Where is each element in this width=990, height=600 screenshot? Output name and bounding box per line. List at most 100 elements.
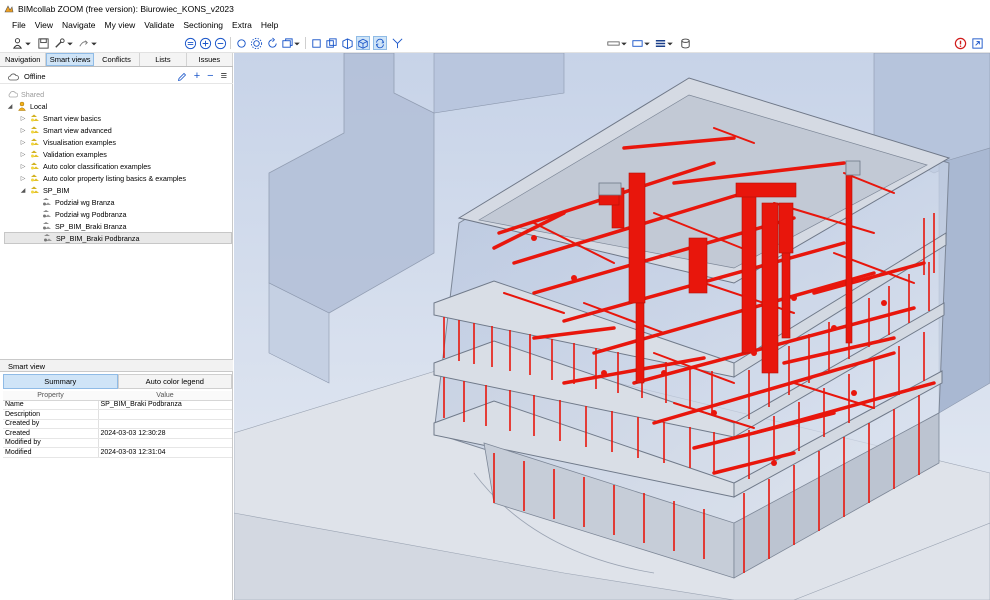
collapsed-chevron-icon[interactable]: ▷ bbox=[19, 127, 27, 134]
column-header-value[interactable]: Value bbox=[98, 391, 232, 401]
tab-navigation[interactable]: Navigation bbox=[0, 53, 47, 66]
pencil-icon[interactable] bbox=[177, 72, 187, 82]
menu-validate[interactable]: Validate bbox=[144, 20, 174, 30]
collapsed-chevron-icon[interactable]: ▷ bbox=[19, 151, 27, 158]
filter-icon bbox=[392, 38, 402, 48]
collapsed-chevron-icon[interactable]: ▷ bbox=[19, 139, 27, 146]
tools-dropdown[interactable] bbox=[66, 36, 74, 50]
line-style-button[interactable] bbox=[605, 36, 621, 50]
line-style-dropdown[interactable] bbox=[620, 36, 628, 50]
open-model-button[interactable] bbox=[10, 36, 24, 50]
tools-button[interactable] bbox=[52, 36, 66, 50]
tree-item-label: Visualisation examples bbox=[43, 137, 116, 147]
zoom-in-button[interactable] bbox=[198, 36, 212, 50]
save-button[interactable] bbox=[36, 36, 50, 50]
table-row[interactable]: Modified by bbox=[3, 438, 232, 448]
sync-button[interactable] bbox=[373, 36, 387, 50]
tree-item-label: Shared bbox=[21, 89, 45, 99]
table-row[interactable]: Description bbox=[3, 409, 232, 420]
menu-navigate[interactable]: Navigate bbox=[62, 20, 96, 30]
property-name: Name bbox=[3, 400, 99, 410]
tree-item-podzial-wg-branza[interactable]: Podział wg Branza bbox=[42, 196, 115, 208]
issue-alert-button[interactable] bbox=[953, 36, 967, 50]
cube-view-button[interactable] bbox=[340, 36, 354, 50]
tree-item-auto-color-classification[interactable]: ▷ Auto color classification examples bbox=[19, 160, 151, 172]
menu-file[interactable]: File bbox=[12, 20, 26, 30]
sun-button[interactable] bbox=[249, 36, 263, 50]
tree-item-local[interactable]: ◢ Local bbox=[6, 100, 47, 112]
tab-issues[interactable]: Issues bbox=[186, 53, 234, 66]
building-model[interactable] bbox=[234, 53, 990, 600]
tree-item-shared[interactable]: Shared bbox=[8, 88, 44, 100]
menu-my-view[interactable]: My view bbox=[105, 20, 136, 30]
copy-view-button[interactable] bbox=[324, 36, 338, 50]
tab-lists[interactable]: Lists bbox=[140, 53, 187, 66]
copy-icon bbox=[325, 37, 337, 48]
rotate-button[interactable] bbox=[265, 36, 279, 50]
menu-sectioning[interactable]: Sectioning bbox=[183, 20, 223, 30]
cylinder-button[interactable] bbox=[678, 36, 692, 50]
frame-dropdown[interactable] bbox=[643, 36, 651, 50]
frame-button[interactable] bbox=[630, 36, 644, 50]
layers-button[interactable] bbox=[653, 36, 667, 50]
tab-summary[interactable]: Summary bbox=[3, 374, 118, 389]
filter-button[interactable] bbox=[390, 36, 404, 50]
view-mode-dropdown[interactable] bbox=[293, 36, 301, 50]
smart-view-icon bbox=[44, 234, 52, 242]
smart-view-folder-icon bbox=[31, 138, 39, 146]
property-name: Created by bbox=[3, 419, 99, 429]
share-dropdown[interactable] bbox=[90, 36, 98, 50]
collapsed-chevron-icon[interactable]: ▷ bbox=[19, 115, 27, 122]
cube-icon bbox=[341, 37, 353, 49]
menu-extra[interactable]: Extra bbox=[232, 20, 252, 30]
zoom-out-button[interactable] bbox=[213, 36, 227, 50]
iso-view-button[interactable] bbox=[356, 36, 370, 50]
table-row[interactable]: Name SP_BIM_Braki Podbranza bbox=[3, 400, 232, 410]
alert-icon bbox=[954, 37, 966, 49]
sync-icon bbox=[375, 38, 385, 48]
tree-item-validation-examples[interactable]: ▷ Validation examples bbox=[19, 148, 107, 160]
orbit-button[interactable] bbox=[234, 36, 248, 50]
collapsed-chevron-icon[interactable]: ▷ bbox=[19, 175, 27, 182]
smart-view-folder-icon bbox=[31, 126, 39, 134]
left-panel: Navigation Smart views Conflicts Lists I… bbox=[0, 53, 234, 600]
box-view-button[interactable] bbox=[309, 36, 323, 50]
chevron-down-icon bbox=[667, 42, 673, 45]
zoom-fit-button[interactable] bbox=[183, 36, 197, 50]
tree-item-podzial-wg-podbranza[interactable]: Podział wg Podbranza bbox=[42, 208, 127, 220]
open-dropdown-button[interactable] bbox=[24, 36, 32, 50]
menu-button[interactable]: ≡ bbox=[221, 71, 227, 82]
tree-item-sp-bim[interactable]: ◢ SP_BIM bbox=[19, 184, 70, 196]
expanded-chevron-icon[interactable]: ◢ bbox=[19, 187, 27, 194]
collapsed-chevron-icon[interactable]: ▷ bbox=[19, 163, 27, 170]
table-row[interactable]: Modified 2024-03-03 12:31:04 bbox=[3, 447, 232, 458]
tree-item-visualisation-examples[interactable]: ▷ Visualisation examples bbox=[19, 136, 116, 148]
table-row[interactable]: Created by bbox=[3, 419, 232, 429]
expanded-chevron-icon[interactable]: ◢ bbox=[6, 103, 14, 110]
chevron-down-icon bbox=[621, 42, 627, 45]
tree-item-smart-view-basics[interactable]: ▷ Smart view basics bbox=[19, 112, 101, 124]
layers-dropdown[interactable] bbox=[666, 36, 674, 50]
tree-item-sp-bim-braki-podbranza[interactable]: SP_BIM_Braki Podbranza bbox=[4, 232, 232, 244]
tree-item-auto-color-property-listing[interactable]: ▷ Auto color property listing basics & e… bbox=[19, 172, 186, 184]
property-value bbox=[98, 419, 232, 429]
column-header-property[interactable]: Property bbox=[3, 391, 98, 401]
menu-bar: File View Navigate My view Validate Sect… bbox=[0, 17, 990, 32]
menu-view[interactable]: View bbox=[35, 20, 53, 30]
tab-conflicts[interactable]: Conflicts bbox=[93, 53, 141, 66]
remove-smart-view-button[interactable]: − bbox=[207, 71, 213, 82]
share-button[interactable] bbox=[76, 36, 90, 50]
tree-item-sp-bim-braki-branza[interactable]: SP_BIM_Braki Branza bbox=[42, 220, 127, 232]
3d-viewport[interactable] bbox=[234, 53, 990, 600]
tree-item-label: Smart view basics bbox=[43, 113, 101, 123]
view-mode-button[interactable] bbox=[280, 36, 294, 50]
tree-item-smart-view-advanced[interactable]: ▷ Smart view advanced bbox=[19, 124, 112, 136]
tab-auto-color-legend[interactable]: Auto color legend bbox=[117, 374, 232, 389]
menu-help[interactable]: Help bbox=[261, 20, 278, 30]
person-model-icon bbox=[12, 37, 22, 49]
tab-smart-views[interactable]: Smart views bbox=[46, 53, 94, 66]
add-smart-view-button[interactable]: + bbox=[194, 71, 200, 82]
expand-view-button[interactable] bbox=[970, 36, 984, 50]
table-row[interactable]: Created 2024-03-03 12:30:28 bbox=[3, 428, 232, 439]
zoom-in-icon bbox=[199, 37, 211, 49]
